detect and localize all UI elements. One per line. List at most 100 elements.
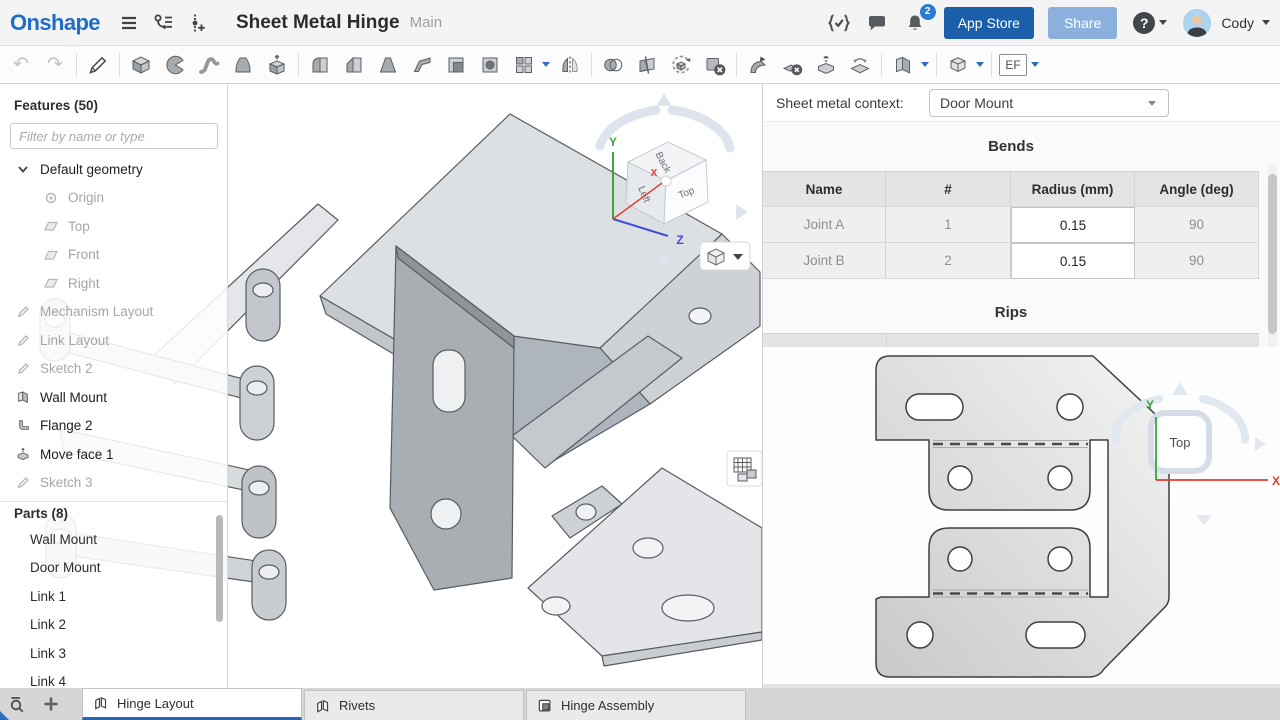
tables-scrollbar-thumb[interactable] bbox=[1268, 174, 1277, 334]
flatten-button[interactable] bbox=[843, 49, 877, 81]
feature-item-mechanism-layout[interactable]: Mechanism Layout bbox=[0, 298, 227, 327]
make-joint-button[interactable] bbox=[809, 49, 843, 81]
sketch-icon bbox=[14, 474, 32, 492]
help-icon[interactable]: ? bbox=[1133, 12, 1155, 34]
comments-icon[interactable] bbox=[862, 8, 892, 38]
linear-pattern-button[interactable] bbox=[507, 49, 541, 81]
onshape-logo[interactable]: Onshape bbox=[10, 10, 100, 36]
user-name[interactable]: Cody bbox=[1221, 15, 1254, 31]
part-item-link-1[interactable]: Link 1 bbox=[0, 582, 227, 611]
sketch-button[interactable] bbox=[81, 49, 115, 81]
versions-icon[interactable] bbox=[148, 8, 178, 38]
share-button[interactable]: Share bbox=[1048, 7, 1117, 39]
undo-button[interactable]: ↶ bbox=[4, 49, 38, 81]
shell-button[interactable] bbox=[439, 49, 473, 81]
transform-button[interactable] bbox=[664, 49, 698, 81]
search-tabs-icon bbox=[6, 693, 28, 715]
split-button[interactable] bbox=[630, 49, 664, 81]
sheet-metal-model-button[interactable] bbox=[886, 49, 920, 81]
delete-part-button[interactable] bbox=[698, 49, 732, 81]
part-item-door-mount[interactable]: Door Mount bbox=[0, 554, 227, 583]
tab-label: Rivets bbox=[339, 698, 375, 713]
redo-button[interactable]: ↷ bbox=[38, 49, 72, 81]
rips-table-header-partial bbox=[763, 333, 1259, 347]
feature-item-sketch-2[interactable]: Sketch 2 bbox=[0, 355, 227, 384]
feature-item-default-geometry[interactable]: Default geometry bbox=[0, 155, 227, 184]
feature-item-right-plane[interactable]: Right bbox=[0, 269, 227, 298]
sketch-icon bbox=[14, 303, 32, 321]
hole-button[interactable] bbox=[473, 49, 507, 81]
extrude-button[interactable] bbox=[124, 49, 158, 81]
view-options-button[interactable] bbox=[700, 242, 750, 270]
sketch-icon bbox=[14, 331, 32, 349]
shell-icon bbox=[444, 53, 468, 77]
bend-radius-cell[interactable]: 0.15 bbox=[1011, 243, 1135, 279]
workspace-name[interactable]: Main bbox=[410, 14, 443, 31]
loft-button[interactable] bbox=[226, 49, 260, 81]
hamburger-icon[interactable] bbox=[114, 8, 144, 38]
feature-item-link-layout[interactable]: Link Layout bbox=[0, 326, 227, 355]
toolbar-divider bbox=[881, 53, 882, 77]
custom-feature-ef-button[interactable]: EF bbox=[996, 49, 1030, 81]
chevron-down-icon[interactable] bbox=[1031, 62, 1039, 67]
app-store-button[interactable]: App Store bbox=[944, 7, 1034, 39]
flat-pattern-view[interactable]: Top Y X bbox=[763, 347, 1280, 684]
tab-hinge-assembly[interactable]: Hinge Assembly bbox=[526, 690, 746, 720]
document-title: Sheet Metal Hinge bbox=[236, 12, 400, 34]
chevron-down-icon[interactable] bbox=[921, 62, 929, 67]
bend-radius-cell[interactable]: 0.15 bbox=[1011, 207, 1135, 243]
feature-item-origin[interactable]: Origin bbox=[0, 184, 227, 213]
feature-item-flange-2[interactable]: Flange 2 bbox=[0, 412, 227, 441]
feature-item-top-plane[interactable]: Top bbox=[0, 212, 227, 241]
feature-item-move-face-1[interactable]: Move face 1 bbox=[0, 440, 227, 469]
parts-section-title[interactable]: Parts (8) bbox=[0, 501, 227, 525]
context-select[interactable]: Door Mount bbox=[929, 89, 1169, 117]
feature-item-wall-mount[interactable]: Wall Mount bbox=[0, 383, 227, 412]
sweep-button[interactable] bbox=[192, 49, 226, 81]
part-item-wall-mount[interactable]: Wall Mount bbox=[0, 525, 227, 554]
split-icon bbox=[635, 53, 659, 77]
tab-rivets[interactable]: Rivets bbox=[304, 690, 524, 720]
add-tab-button[interactable] bbox=[34, 688, 68, 720]
boolean-button[interactable] bbox=[596, 49, 630, 81]
chevron-down-icon[interactable] bbox=[542, 62, 550, 67]
tables-button[interactable] bbox=[941, 49, 975, 81]
part-item-link-2[interactable]: Link 2 bbox=[0, 611, 227, 640]
draft-button[interactable] bbox=[371, 49, 405, 81]
delete-face-button[interactable] bbox=[775, 49, 809, 81]
chevron-down-icon[interactable] bbox=[976, 62, 984, 67]
mirror-button[interactable] bbox=[553, 49, 587, 81]
insert-element-icon[interactable] bbox=[182, 8, 212, 38]
thicken-button[interactable] bbox=[260, 49, 294, 81]
chamfer-button[interactable] bbox=[337, 49, 371, 81]
part-item-link-4[interactable]: Link 4 bbox=[0, 668, 227, 689]
part-studio-icon bbox=[314, 697, 332, 715]
flat-pattern-part[interactable] bbox=[876, 356, 1169, 677]
avatar[interactable] bbox=[1183, 9, 1211, 37]
feature-list-panel: Features (50) Default geometry Origin To… bbox=[0, 84, 228, 688]
help-menu[interactable]: ? bbox=[1121, 12, 1167, 34]
top-bar: Onshape Sheet Metal Hinge Main 2 App Sto… bbox=[0, 0, 1280, 46]
notifications-bell-icon[interactable]: 2 bbox=[900, 8, 930, 38]
bends-table: Name # Radius (mm) Angle (deg) Joint A 1… bbox=[763, 171, 1259, 279]
feature-filter-input[interactable] bbox=[10, 123, 218, 149]
revolve-button[interactable] bbox=[158, 49, 192, 81]
featurescript-check-icon[interactable] bbox=[824, 8, 854, 38]
part-item-link-3[interactable]: Link 3 bbox=[0, 639, 227, 668]
feature-item-sketch-3[interactable]: Sketch 3 bbox=[0, 469, 227, 498]
feature-item-front-plane[interactable]: Front bbox=[0, 241, 227, 270]
thicken-icon bbox=[265, 53, 289, 77]
column-header: Name bbox=[763, 171, 886, 207]
sheet-metal-table-toggle[interactable] bbox=[727, 451, 762, 486]
chevron-down-icon[interactable] bbox=[14, 160, 32, 178]
axis-z-label: Z bbox=[676, 233, 683, 247]
bend-button[interactable] bbox=[741, 49, 775, 81]
rips-title: Rips bbox=[763, 304, 1259, 321]
toolbar-divider bbox=[991, 53, 992, 77]
features-scrollbar[interactable] bbox=[216, 515, 223, 622]
fillet-button[interactable] bbox=[303, 49, 337, 81]
toolbar-divider bbox=[76, 53, 77, 77]
delete-part-icon bbox=[703, 53, 727, 77]
tab-hinge-layout[interactable]: Hinge Layout bbox=[82, 688, 302, 720]
rib-button[interactable] bbox=[405, 49, 439, 81]
